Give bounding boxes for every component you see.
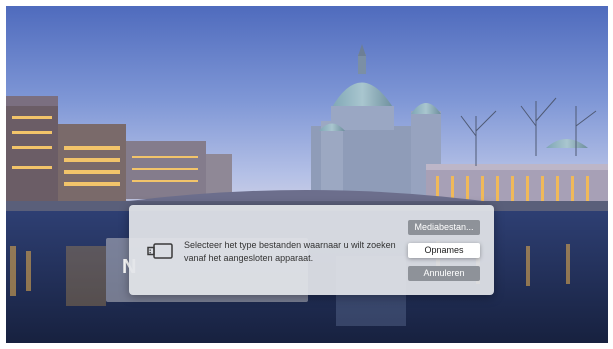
media-files-button[interactable]: Mediabestan... — [408, 220, 480, 235]
usb-device-icon — [147, 243, 173, 259]
file-type-dialog: Selecteer het type bestanden waarnaar u … — [129, 205, 494, 295]
dialog-message: Selecteer het type bestanden waarnaar u … — [184, 240, 396, 263]
tv-screen: N Selecteer het type bestanden waarnaar … — [6, 6, 608, 343]
recordings-button[interactable]: Opnames — [408, 243, 480, 258]
cancel-button[interactable]: Annuleren — [408, 266, 480, 281]
